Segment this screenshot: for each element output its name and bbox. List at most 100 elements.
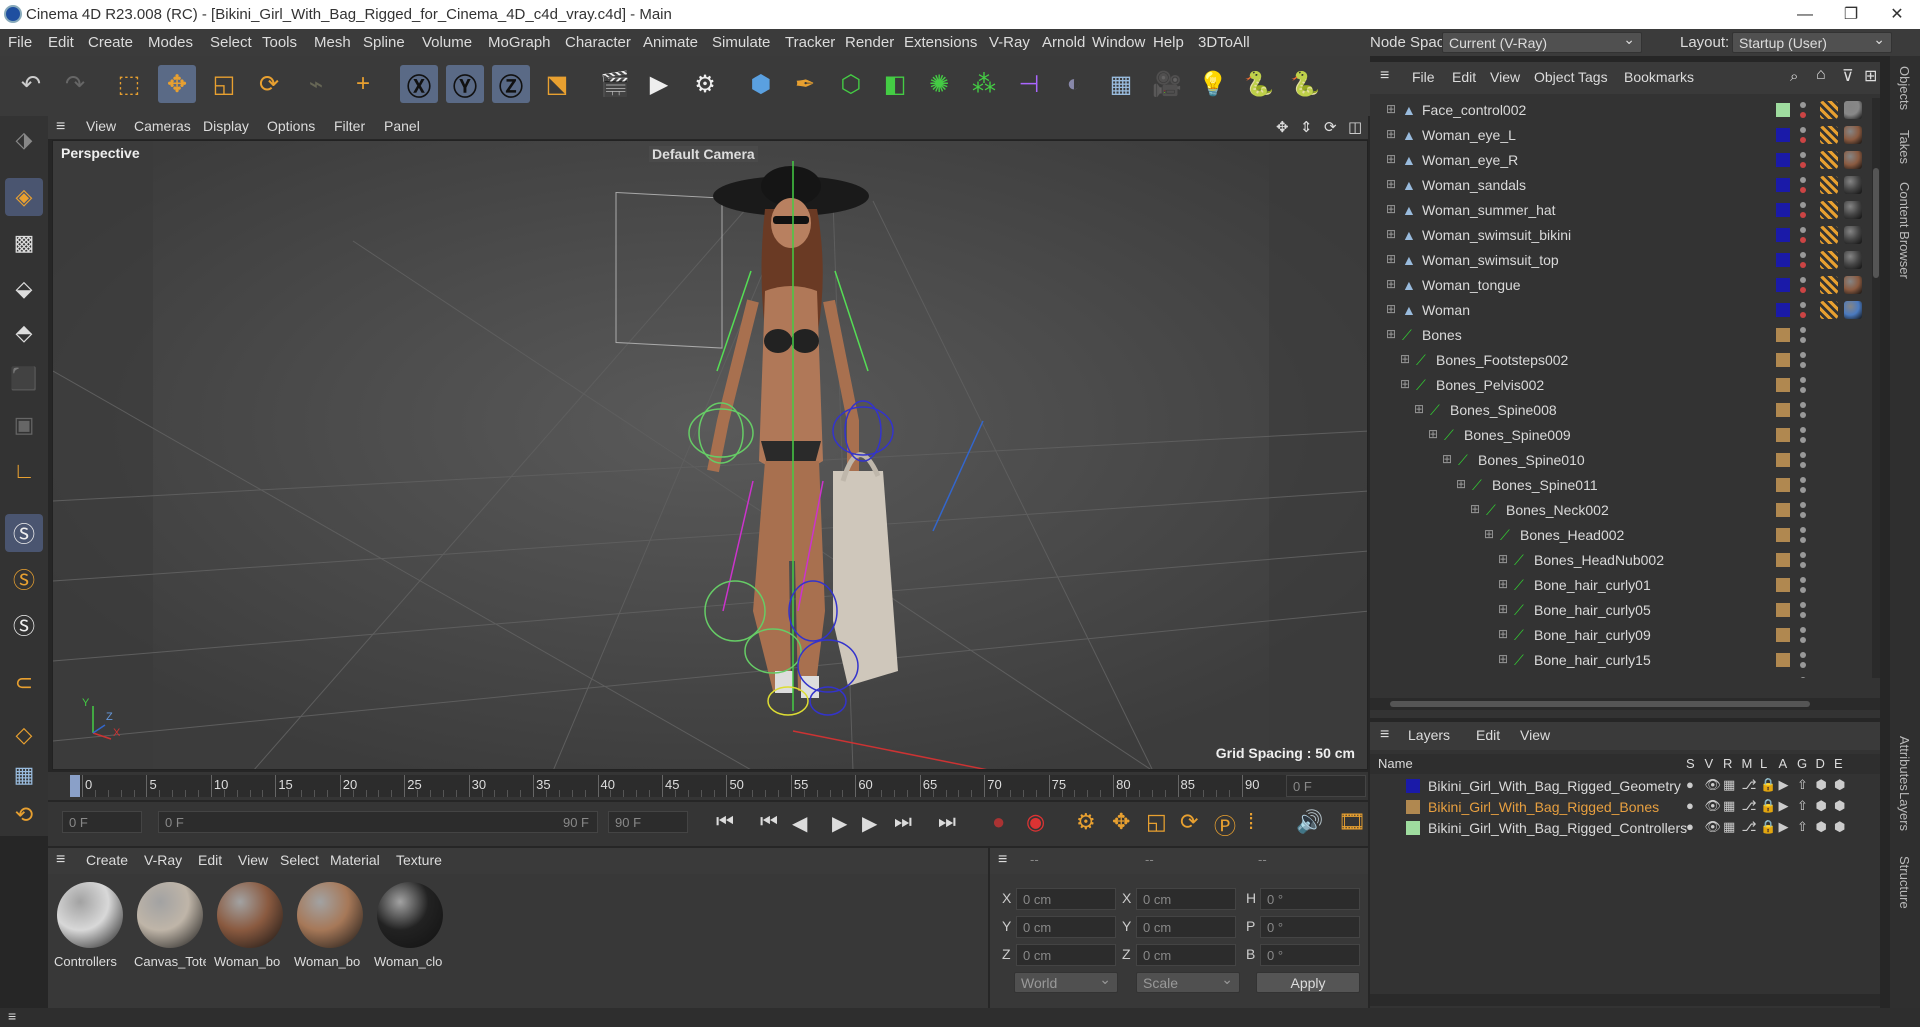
layer-color-swatch[interactable] (1776, 578, 1790, 592)
layer-toggle-icon[interactable]: 👁 (1705, 777, 1722, 793)
layers-menu-edit[interactable]: Edit (1476, 727, 1500, 743)
menu-window[interactable]: Window (1092, 34, 1145, 51)
editor-visibility-dot[interactable] (1800, 327, 1806, 333)
cloner-icon[interactable]: ⁂ (965, 65, 1003, 103)
hamburger-icon[interactable]: ≡ (1380, 67, 1389, 85)
layer-toggle-icon[interactable]: 🔒 (1760, 819, 1776, 835)
light-icon[interactable]: 💡 (1194, 65, 1232, 103)
layer-row[interactable]: Bikini_Girl_With_Bag_Rigged_Controllers ●… (1370, 818, 1880, 839)
home-icon[interactable]: ⌂ (1816, 66, 1826, 84)
render-visibility-dot[interactable] (1800, 462, 1806, 468)
skin-tag-icon[interactable] (1820, 126, 1838, 144)
layer-color-swatch[interactable] (1776, 103, 1790, 117)
render-visibility-dot[interactable] (1800, 187, 1806, 193)
render-visibility-dot[interactable] (1800, 362, 1806, 368)
expand-toggle-icon[interactable]: ⊞ (1386, 277, 1396, 291)
expand-toggle-icon[interactable]: ⊞ (1484, 527, 1494, 541)
layer-toggle-icon[interactable]: ▦ (1723, 819, 1735, 835)
viewport-menu-options[interactable]: Options (267, 118, 315, 134)
layer-toggle-icon[interactable]: ⬢ (1834, 777, 1845, 793)
layer-color-swatch[interactable] (1776, 628, 1790, 642)
auto-key-icon[interactable]: ◉ (1026, 809, 1045, 835)
editor-visibility-dot[interactable] (1800, 402, 1806, 408)
layer-toggle-icon[interactable]: ⎇ (1742, 819, 1757, 835)
layer-toggle-icon[interactable]: ⎇ (1742, 777, 1757, 793)
recent-tool-icon[interactable]: ⌁ (297, 65, 335, 103)
editor-visibility-dot[interactable] (1800, 452, 1806, 458)
viewport-zoom-icon[interactable]: ⇕ (1300, 118, 1313, 136)
hamburger-icon[interactable]: ≡ (1380, 726, 1389, 744)
object-row[interactable]: ⊞ ⟋ Bone_hair_curly09 (1370, 623, 1870, 648)
filter-icon[interactable]: ⊽ (1842, 66, 1854, 86)
layer-color-swatch[interactable] (1776, 378, 1790, 392)
expand-toggle-icon[interactable]: ⊞ (1456, 477, 1466, 491)
maximize-button[interactable]: ❐ (1828, 0, 1874, 29)
layer-color-swatch[interactable] (1776, 303, 1790, 317)
go-to-start-icon[interactable]: ⏮ (716, 811, 734, 834)
layer-toggle-icon[interactable]: ⇧ (1797, 777, 1808, 793)
menu-render[interactable]: Render (845, 34, 894, 51)
object-row[interactable]: ⊞ ⟋ Bones_Spine009 (1370, 423, 1870, 448)
skin-tag-icon[interactable] (1820, 276, 1838, 294)
layer-color-swatch[interactable] (1776, 353, 1790, 367)
new-window-icon[interactable]: ⊞ (1864, 66, 1877, 86)
expand-toggle-icon[interactable]: ⊞ (1386, 102, 1396, 116)
render-view-icon[interactable]: 🎬 (596, 65, 634, 103)
object-row[interactable]: ⊞ ▲ Face_control002 (1370, 98, 1870, 123)
layer-toggle-icon[interactable]: ⇧ (1797, 798, 1808, 814)
render-visibility-dot[interactable] (1800, 512, 1806, 518)
deformer-icon[interactable]: ⊣ (1010, 65, 1048, 103)
expand-toggle-icon[interactable]: ⊞ (1498, 627, 1508, 641)
hamburger-icon[interactable]: ≡ (56, 851, 65, 869)
expand-toggle-icon[interactable]: ⊞ (1470, 502, 1480, 516)
layer-color-swatch[interactable] (1776, 253, 1790, 267)
objects-menu-tags[interactable]: Tags (1578, 69, 1608, 85)
3d-viewport[interactable]: Perspective Default Camera Grid Spacing … (52, 140, 1368, 770)
floor-icon[interactable]: ▦ (1102, 65, 1140, 103)
layer-row[interactable]: Bikini_Girl_With_Bag_Rigged_Bones ● 👁 ▦ ⎇ 🔒 ▶ ⇧… (1370, 797, 1880, 818)
layer-color-swatch[interactable] (1406, 800, 1420, 814)
layer-toggle-icon[interactable]: ▦ (1723, 798, 1735, 814)
material-tag-icon[interactable] (1844, 276, 1862, 294)
material-tag-icon[interactable] (1844, 126, 1862, 144)
hamburger-icon[interactable]: ≡ (56, 118, 65, 136)
layer-toggle-icon[interactable]: ⬢ (1816, 819, 1827, 835)
edges-mode-icon[interactable]: ⬘ (5, 314, 43, 352)
object-row[interactable]: ⊞ ▲ Woman_eye_L (1370, 123, 1870, 148)
tab-attributes[interactable]: Attributes (1897, 736, 1912, 791)
skin-tag-icon[interactable] (1820, 101, 1838, 119)
layer-toggle-icon[interactable]: ⬢ (1834, 819, 1845, 835)
editor-visibility-dot[interactable] (1800, 302, 1806, 308)
material-tag-icon[interactable] (1844, 151, 1862, 169)
status-menu-icon[interactable]: ≡ (8, 1008, 16, 1024)
layer-h-scrollbar[interactable] (1370, 994, 1880, 1006)
go-to-end-icon[interactable]: ⏭ (938, 811, 956, 834)
layer-toggle-icon[interactable]: 🔒 (1760, 777, 1776, 793)
make-editable-icon[interactable]: ⬗ (5, 121, 43, 159)
object-row[interactable]: ⊞ ⟋ Bone_hair_curly05 (1370, 598, 1870, 623)
coord-world-select[interactable]: World (1014, 971, 1118, 993)
render-picture-viewer-icon[interactable]: ▶ (640, 65, 678, 103)
render-visibility-dot[interactable] (1800, 637, 1806, 643)
coord-value-field[interactable]: 0 cm (1136, 944, 1236, 966)
render-visibility-dot[interactable] (1800, 487, 1806, 493)
viewport-move-icon[interactable]: ✥ (1276, 118, 1289, 136)
layout-select[interactable]: Startup (User) (1732, 31, 1892, 53)
coord-value-field[interactable]: 0 cm (1016, 888, 1116, 910)
previous-key-icon[interactable]: ⏮ (760, 811, 778, 834)
layer-toggle-icon[interactable]: ● (1686, 798, 1694, 813)
material-tag-icon[interactable] (1844, 176, 1862, 194)
expand-toggle-icon[interactable]: ⊞ (1386, 252, 1396, 266)
layer-color-swatch[interactable] (1776, 553, 1790, 567)
material-tag-icon[interactable] (1844, 226, 1862, 244)
object-row[interactable]: ⊞ ⟋ Bones_Pelvis002 (1370, 373, 1870, 398)
expand-toggle-icon[interactable]: ⊞ (1498, 552, 1508, 566)
material-tag-icon[interactable] (1844, 251, 1862, 269)
search-icon[interactable]: ⌕ (1790, 68, 1798, 85)
menu-spline[interactable]: Spline (363, 34, 405, 51)
magnet-icon[interactable]: ⊂ (5, 664, 43, 702)
lock-grid-icon[interactable]: ▦ (5, 756, 43, 794)
editor-visibility-dot[interactable] (1800, 627, 1806, 633)
menu-mesh[interactable]: Mesh (314, 34, 351, 51)
object-list-scrollbar[interactable] (1872, 98, 1880, 678)
